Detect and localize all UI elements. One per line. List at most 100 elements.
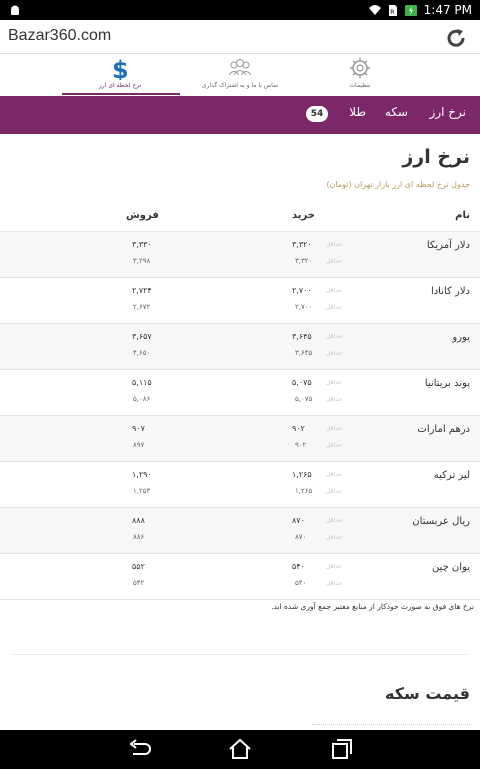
sell-price: ۹۰۷ <box>132 424 145 433</box>
sell-price-prev: ۲,۶۷۲ <box>133 303 151 311</box>
battery-icon <box>404 5 417 16</box>
row-tag: حداقل <box>326 396 342 403</box>
buy-price: ۹۰۲ <box>292 424 305 433</box>
buy-price-prev: ۵,۰۷۵ <box>295 395 313 403</box>
main-content: نرخ ارز جدول نرخ لحظه ای ارز بازار تهران… <box>0 134 480 730</box>
currency-name: پوند بریتانیا <box>424 378 470 389</box>
sell-price: ۵,۱۱۵ <box>132 378 152 387</box>
row-tag: حداقل <box>326 304 342 311</box>
row-tag: حداقل <box>326 350 342 357</box>
sell-price: ۱,۲۹۰ <box>132 470 152 479</box>
table-row: یوان چین حداقل حداقل ۵۴۰ ۵۴۰ ۵۵۲ ۵۴۲ <box>0 554 480 600</box>
row-tag: حداقل <box>326 580 342 587</box>
clock: 1:47 PM <box>423 3 472 17</box>
row-tag: حداقل <box>326 563 342 570</box>
row-tag: حداقل <box>326 517 342 524</box>
tab-currency-rates[interactable]: $ نرخ لحظه ای ارز <box>60 56 180 96</box>
tab-contact-share[interactable]: تماس با ما و به اشتراک گذاری <box>180 56 300 96</box>
sell-price-prev: ۵,۰۸۶ <box>133 395 151 403</box>
rates-table: دلار آمریکا حداقل حداقل ۳,۳۲۰ ۳,۳۲۰ ۳,۳۳۰ ۳,۲۹… <box>0 232 480 600</box>
sell-price-prev: ۱,۲۵۴ <box>133 487 151 495</box>
sell-price: ۳,۳۳۰ <box>132 240 152 249</box>
tab-settings[interactable]: تنظیمات <box>300 56 420 96</box>
row-tag: حداقل <box>326 258 342 265</box>
sell-price: ۲,۷۲۴ <box>132 286 152 295</box>
back-icon[interactable] <box>128 738 152 760</box>
buy-price: ۸۷۰ <box>292 516 305 525</box>
row-tag: حداقل <box>326 379 342 386</box>
nav-coin[interactable]: سکه <box>385 105 408 119</box>
table-row: پوند بریتانیا حداقل حداقل ۵,۰۷۵ ۵,۰۷۵ ۵,۱۱۵ ۵,… <box>0 370 480 416</box>
sell-price-prev: ۵۴۲ <box>133 579 145 587</box>
category-bar: نرخ ارز سکه طلا 54 <box>0 96 480 134</box>
currency-name: یورو <box>452 332 470 343</box>
tab-contact-label: تماس با ما و به اشتراک گذاری <box>201 82 279 89</box>
active-tab-indicator <box>62 93 180 95</box>
buy-price: ۳,۳۲۰ <box>292 240 312 249</box>
system-nav-bar <box>0 730 480 769</box>
row-tag: حداقل <box>326 534 342 541</box>
coin-table-edge <box>312 724 472 725</box>
currency-name: درهم امارات <box>417 424 470 435</box>
buy-price: ۳,۶۴۵ <box>292 332 312 341</box>
android-icon <box>11 5 19 15</box>
sell-price-prev: ۸۸۶ <box>133 533 145 541</box>
currency-name: ریال عربستان <box>412 516 470 527</box>
people-icon <box>228 59 252 76</box>
sell-price: ۵۵۲ <box>132 562 145 571</box>
sell-price-prev: ۸۹۷ <box>133 441 145 449</box>
table-row: درهم امارات حداقل حداقل ۹۰۲ ۹۰۲ ۹۰۷ ۸۹۷ <box>0 416 480 462</box>
row-tag: حداقل <box>326 287 342 294</box>
table-row: دلار آمریکا حداقل حداقل ۳,۳۲۰ ۳,۳۲۰ ۳,۳۳۰ ۳,۲۹… <box>0 232 480 278</box>
buy-price-prev: ۳,۳۲۰ <box>295 257 313 265</box>
home-icon[interactable] <box>228 738 252 760</box>
table-caption: جدول نرخ لحظه ای ارز بازار تهران (تومان) <box>326 180 470 189</box>
svg-text:$: $ <box>112 56 129 80</box>
buy-price: ۵,۰۷۵ <box>292 378 312 387</box>
buy-price-prev: ۵۴۰ <box>295 579 307 587</box>
count-badge: 54 <box>306 106 328 122</box>
divider <box>12 654 468 655</box>
buy-price: ۱,۲۶۵ <box>292 470 312 479</box>
col-sell: فروش <box>126 210 159 221</box>
row-tag: حداقل <box>326 425 342 432</box>
currency-name: دلار کانادا <box>430 286 470 297</box>
row-tag: حداقل <box>326 488 342 495</box>
buy-price-prev: ۹۰۲ <box>295 441 307 449</box>
row-tag: حداقل <box>326 471 342 478</box>
buy-price-prev: ۸۷۰ <box>295 533 307 541</box>
buy-price-prev: ۲,۷۰۰ <box>295 303 313 311</box>
source-note: نرخ های فوق به صورت خودکار از منابع معتب… <box>271 602 474 611</box>
buy-price: ۲,۷۰۰ <box>292 286 312 295</box>
col-name: نام <box>455 210 470 221</box>
gear-icon <box>350 58 370 78</box>
currency-name: لیر ترکیه <box>433 470 470 481</box>
recent-apps-icon[interactable] <box>330 738 354 760</box>
row-tag: حداقل <box>326 442 342 449</box>
app-tabs: تنظیمات تماس با ما و به اشتراک گذاری $ ن… <box>0 54 480 96</box>
table-row: یورو حداقل حداقل ۳,۶۴۵ ۳,۶۴۵ ۳,۶۵۷ ۴,۶۵۰ <box>0 324 480 370</box>
coin-section-title: قیمت سکه <box>385 684 470 703</box>
status-bar: R 1:47 PM <box>0 0 480 20</box>
buy-price: ۵۴۰ <box>292 562 305 571</box>
dollar-icon: $ <box>112 56 129 80</box>
url-bar[interactable]: Bazar360.com <box>0 20 480 54</box>
buy-price-prev: ۳,۶۴۵ <box>295 349 313 357</box>
url-text[interactable]: Bazar360.com <box>8 27 111 45</box>
table-row: دلار کانادا حداقل حداقل ۲,۷۰۰ ۲,۷۰۰ ۲,۷۲۴ ۲,۶۷… <box>0 278 480 324</box>
wifi-icon <box>368 5 381 15</box>
currency-name: دلار آمریکا <box>426 240 470 251</box>
reload-icon[interactable] <box>444 26 468 50</box>
page-title: نرخ ارز <box>402 146 470 168</box>
col-buy: خرید <box>292 210 315 221</box>
table-row: ریال عربستان حداقل حداقل ۸۷۰ ۸۷۰ ۸۸۸ ۸۸۶ <box>0 508 480 554</box>
sell-price: ۸۸۸ <box>132 516 145 525</box>
svg-text:R: R <box>390 9 394 16</box>
row-tag: حداقل <box>326 241 342 248</box>
sell-price-prev: ۴,۶۵۰ <box>133 349 151 357</box>
nav-gold[interactable]: طلا <box>349 105 366 119</box>
nav-currency[interactable]: نرخ ارز <box>430 105 466 119</box>
sell-price: ۳,۶۵۷ <box>132 332 152 341</box>
currency-name: یوان چین <box>431 562 470 573</box>
tab-settings-label: تنظیمات <box>349 82 371 89</box>
